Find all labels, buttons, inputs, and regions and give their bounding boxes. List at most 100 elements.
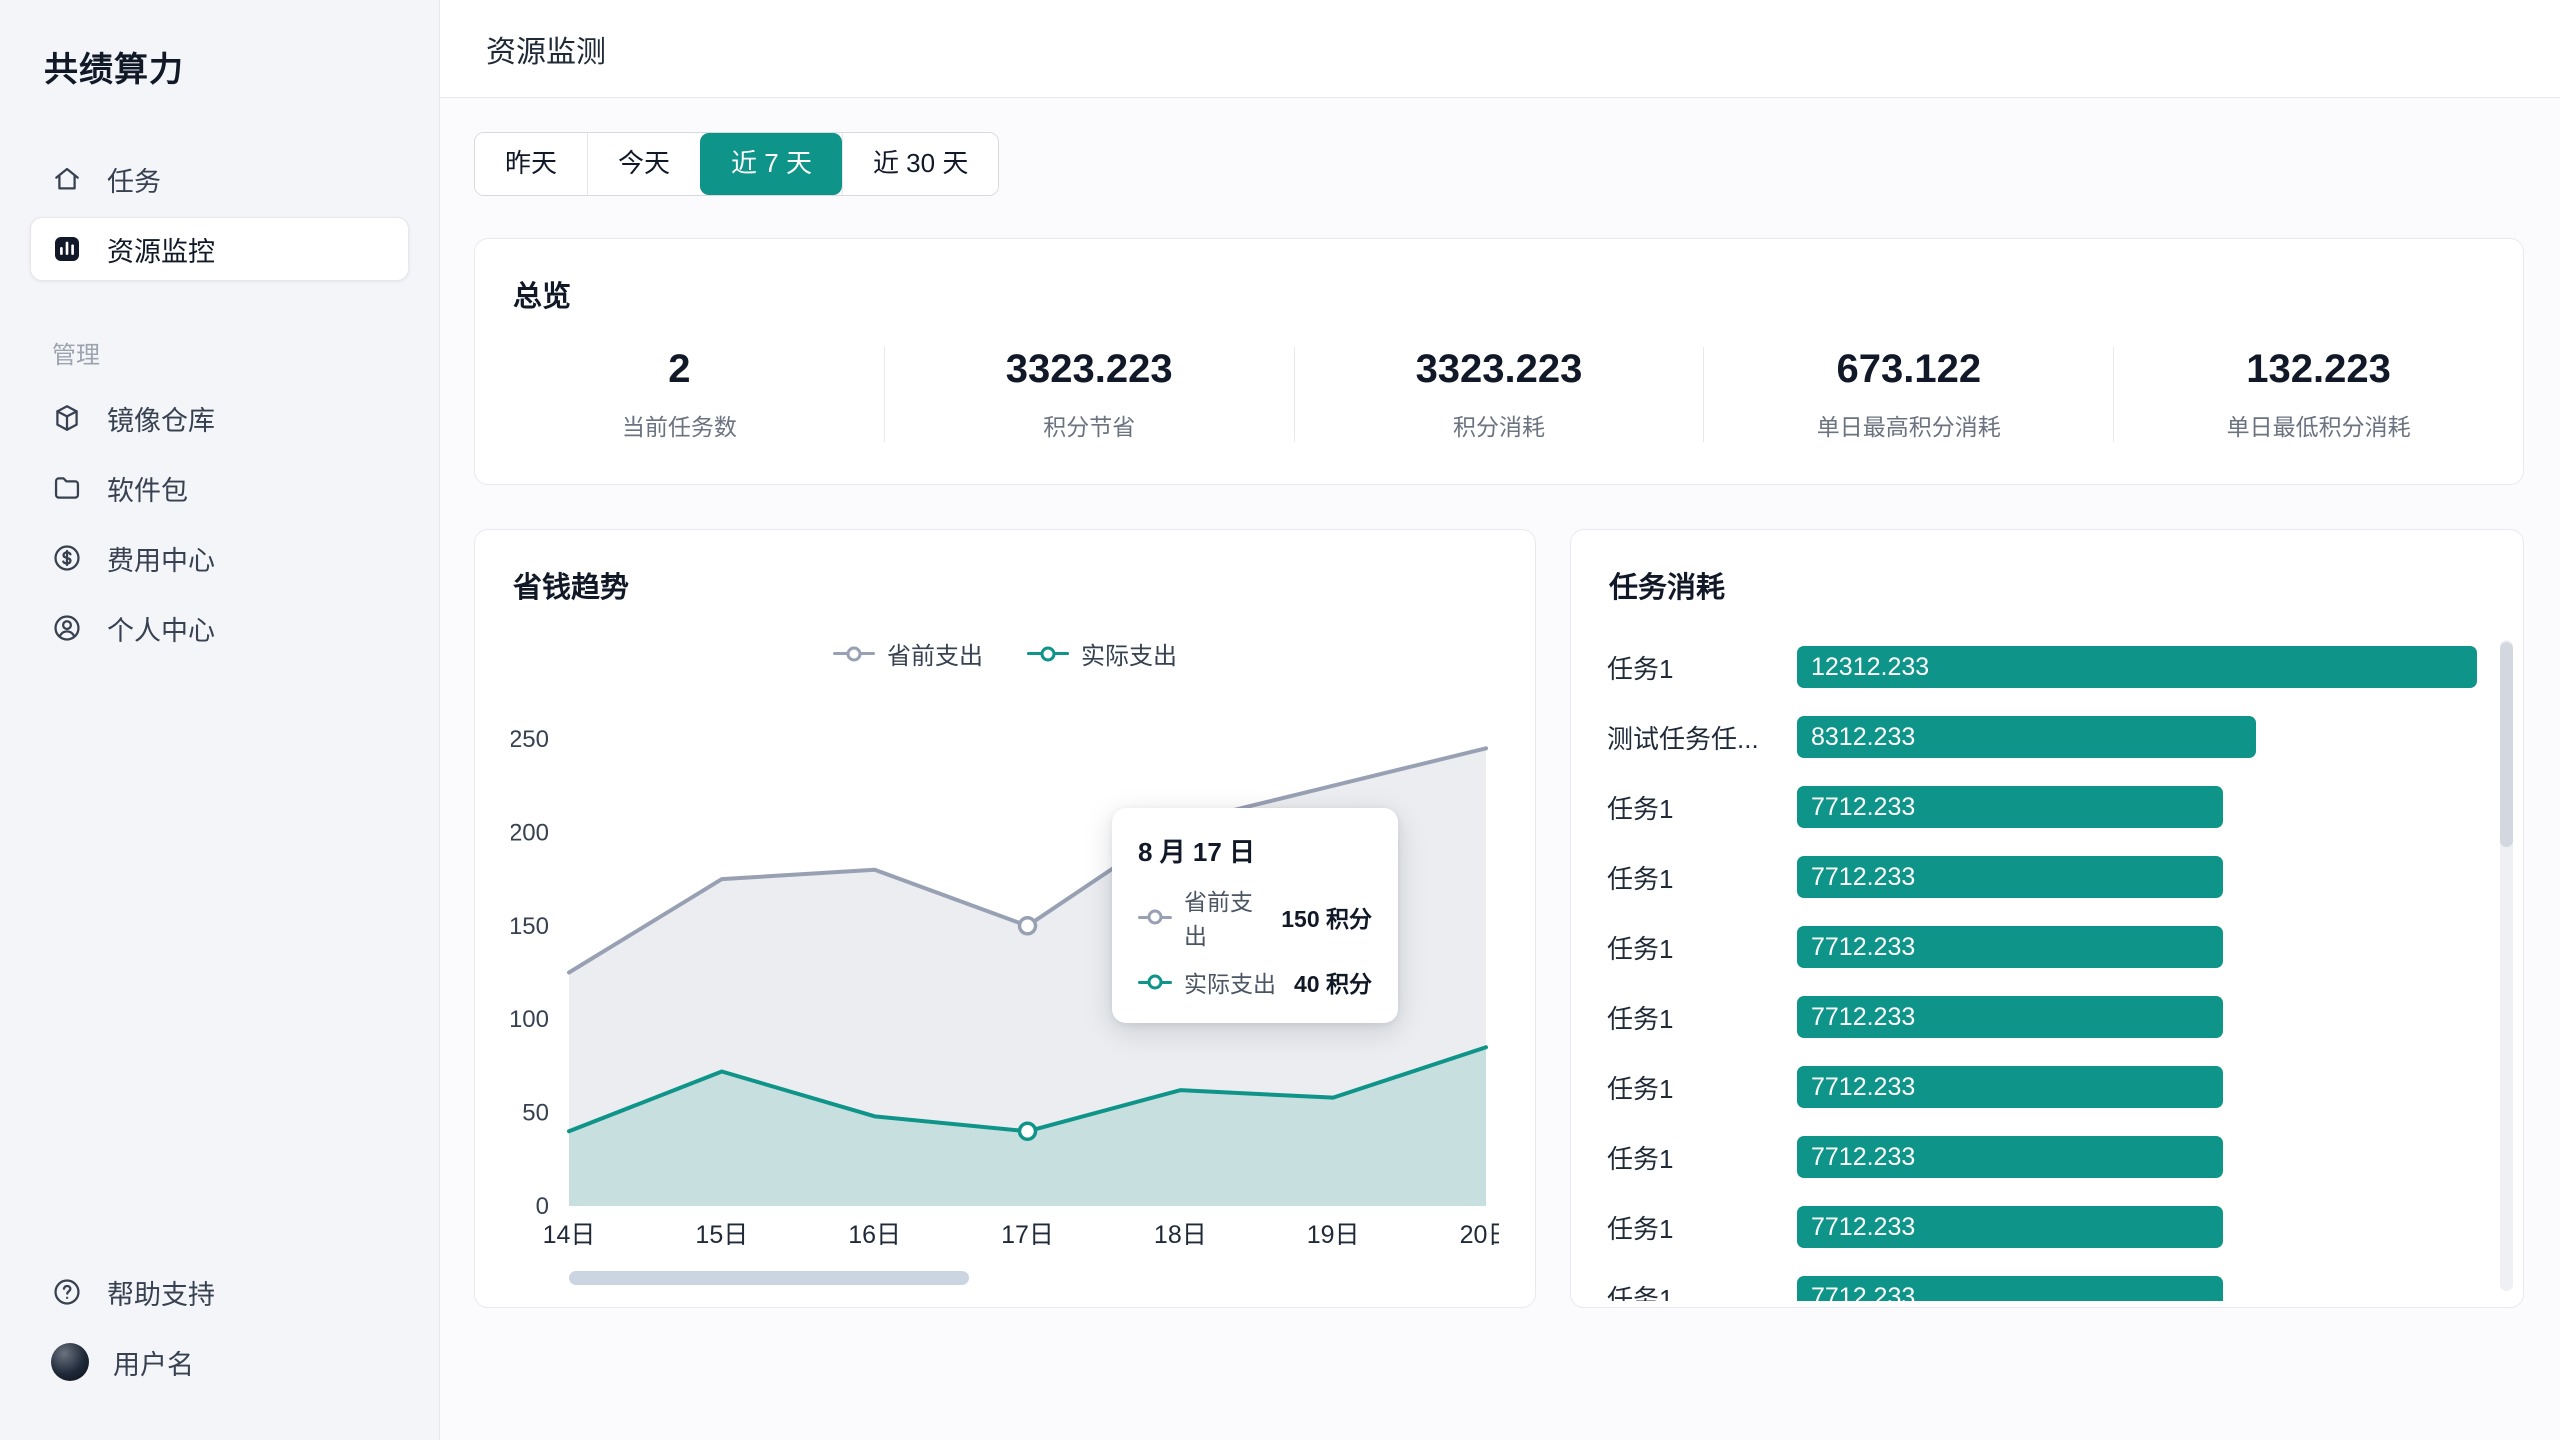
cube-icon bbox=[51, 402, 83, 434]
legend-marker-icon bbox=[1027, 646, 1069, 662]
stat-2: 3323.223 积分消耗 bbox=[1293, 347, 1704, 442]
main-area: 资源监测 昨天 今天近 7 天近 30 天 总览 2 当前任务数 3323.223 积分… bbox=[440, 0, 2560, 1440]
stat-value: 673.122 bbox=[1836, 347, 1982, 391]
stat-label: 积分消耗 bbox=[1452, 414, 1545, 440]
svg-text:200: 200 bbox=[511, 819, 549, 846]
tooltip-row: 实际支出 40 积分 bbox=[1138, 965, 1372, 999]
sidebar-item-resource-monitor[interactable]: 资源监控 bbox=[30, 217, 409, 281]
sidebar-item-tasks[interactable]: 任务 bbox=[30, 147, 409, 211]
sidebar-nav-main: 任务资源监控 bbox=[30, 147, 409, 287]
user-avatar bbox=[51, 1343, 89, 1381]
sidebar-item-label: 用户名 bbox=[113, 1349, 194, 1380]
sidebar-footer: 帮助支持用户名 bbox=[30, 1260, 409, 1400]
task-label: 任务1 bbox=[1607, 1283, 1674, 1302]
sidebar-item-profile[interactable]: 个人中心 bbox=[30, 596, 409, 660]
stat-4: 132.223 单日最低积分消耗 bbox=[2113, 347, 2523, 442]
chart-icon bbox=[51, 233, 83, 265]
task-row: 任务1 7712.233 bbox=[1607, 842, 2477, 912]
legend-item[interactable]: 实际支出 bbox=[1027, 636, 1177, 671]
task-row: 任务1 7712.233 bbox=[1607, 1192, 2477, 1262]
task-bar[interactable]: 7712.233 bbox=[1797, 786, 2223, 828]
task-row: 任务1 7712.233 bbox=[1607, 1262, 2477, 1301]
task-bar[interactable]: 7712.233 bbox=[1797, 926, 2223, 968]
chart-legend: 省前支出 实际支出 bbox=[511, 636, 1499, 671]
sidebar-item-label: 资源监控 bbox=[107, 236, 215, 267]
tooltip-title: 8 月 17 日 bbox=[1138, 837, 1256, 867]
svg-text:0: 0 bbox=[536, 1193, 549, 1220]
svg-text:17日: 17日 bbox=[1001, 1221, 1054, 1249]
filter-tab-1[interactable]: 今天 bbox=[587, 133, 701, 195]
svg-text:18日: 18日 bbox=[1154, 1221, 1207, 1249]
task-bar[interactable]: 7712.233 bbox=[1797, 1276, 2223, 1301]
sidebar-item-help[interactable]: 帮助支持 bbox=[30, 1260, 409, 1324]
task-vscrollbar bbox=[2500, 640, 2513, 1291]
svg-text:16日: 16日 bbox=[848, 1221, 901, 1249]
sidebar-item-image-repo[interactable]: 镜像仓库 bbox=[30, 386, 409, 450]
task-bar[interactable]: 7712.233 bbox=[1797, 856, 2223, 898]
legend-label: 省前支出 bbox=[887, 643, 983, 670]
task-row: 任务1 7712.233 bbox=[1607, 1122, 2477, 1192]
stat-label: 单日最高积分消耗 bbox=[1816, 414, 2001, 440]
filter-tab-2[interactable]: 近 7 天 bbox=[700, 133, 842, 195]
sidebar-item-username[interactable]: 用户名 bbox=[30, 1330, 409, 1394]
task-bar-area: 7712.233 bbox=[1797, 856, 2477, 898]
legend-item[interactable]: 省前支出 bbox=[833, 636, 983, 671]
series-marker-icon bbox=[1138, 974, 1172, 990]
svg-text:14日: 14日 bbox=[543, 1221, 596, 1249]
task-bar-area: 7712.233 bbox=[1797, 1206, 2477, 1248]
sidebar-item-packages[interactable]: 软件包 bbox=[30, 456, 409, 520]
sidebar-item-label: 帮助支持 bbox=[107, 1279, 215, 1310]
task-label: 任务1 bbox=[1607, 1003, 1674, 1034]
task-label: 任务1 bbox=[1607, 653, 1674, 684]
task-consumption-title: 任务消耗 bbox=[1609, 572, 1726, 604]
stat-3: 673.122 单日最高积分消耗 bbox=[1703, 347, 2113, 442]
time-filter-tabs: 昨天 今天近 7 天近 30 天 bbox=[474, 132, 1000, 196]
sidebar: 共绩算力 任务 资源监控 管理 镜像仓库 软件包 费用中心 个人中心 帮助支持 用户名 bbox=[0, 0, 440, 1440]
savings-trend-card: 省钱趋势 省前支出 实际支出 0 50 100 150 200 250 14日 15日 16日 17… bbox=[474, 529, 1536, 1308]
task-bar-area: 8312.233 bbox=[1797, 716, 2477, 758]
svg-text:250: 250 bbox=[511, 726, 549, 753]
tooltip-series-value: 40 积分 bbox=[1294, 971, 1372, 997]
stat-0: 2 当前任务数 bbox=[475, 347, 884, 442]
stat-label: 单日最低积分消耗 bbox=[2226, 414, 2411, 440]
task-bar[interactable]: 7712.233 bbox=[1797, 996, 2223, 1038]
legend-label: 实际支出 bbox=[1081, 643, 1177, 670]
task-row: 任务1 7712.233 bbox=[1607, 982, 2477, 1052]
overview-card: 总览 2 当前任务数 3323.223 积分节省 3323.223 积分消耗 673.122… bbox=[474, 238, 2524, 485]
task-bar-area: 7712.233 bbox=[1797, 996, 2477, 1038]
series-marker-icon bbox=[1138, 909, 1172, 925]
filter-tab-0[interactable]: 昨天 bbox=[475, 133, 588, 195]
task-bar[interactable]: 7712.233 bbox=[1797, 1136, 2223, 1178]
task-row: 任务1 7712.233 bbox=[1607, 912, 2477, 982]
task-bar[interactable]: 12312.233 bbox=[1797, 646, 2477, 688]
tooltip-series-value: 150 积分 bbox=[1281, 906, 1372, 932]
task-label: 任务1 bbox=[1607, 793, 1674, 824]
sidebar-item-billing[interactable]: 费用中心 bbox=[30, 526, 409, 590]
stat-label: 当前任务数 bbox=[621, 414, 737, 440]
svg-text:20日: 20日 bbox=[1460, 1221, 1499, 1249]
task-label: 任务1 bbox=[1607, 863, 1674, 894]
stat-value: 2 bbox=[668, 347, 691, 391]
legend-marker-icon bbox=[833, 646, 875, 662]
chart-tooltip: 8 月 17 日 省前支出 150 积分实际支出 40 积分 bbox=[1112, 808, 1398, 1023]
sidebar-item-label: 软件包 bbox=[107, 475, 188, 506]
task-bar-area: 12312.233 bbox=[1797, 646, 2477, 688]
chart-hscrollbar-thumb[interactable] bbox=[569, 1271, 969, 1285]
task-vscrollbar-thumb[interactable] bbox=[2500, 642, 2513, 847]
svg-text:19日: 19日 bbox=[1307, 1221, 1360, 1249]
task-bar[interactable]: 7712.233 bbox=[1797, 1206, 2223, 1248]
filter-tab-3[interactable]: 近 30 天 bbox=[841, 133, 999, 195]
folder-icon bbox=[51, 472, 83, 504]
dollar-icon bbox=[51, 542, 83, 574]
app-title: 共绩算力 bbox=[44, 51, 184, 89]
task-bar[interactable]: 8312.233 bbox=[1797, 716, 2257, 758]
sidebar-item-label: 费用中心 bbox=[107, 545, 215, 576]
tooltip-series-name: 省前支出 bbox=[1184, 889, 1253, 949]
stat-1: 3323.223 积分节省 bbox=[883, 347, 1294, 442]
tooltip-row: 省前支出 150 积分 bbox=[1138, 883, 1372, 951]
task-bar[interactable]: 7712.233 bbox=[1797, 1066, 2223, 1108]
sidebar-item-label: 个人中心 bbox=[107, 615, 215, 646]
task-bar-area: 7712.233 bbox=[1797, 926, 2477, 968]
content: 昨天 今天近 7 天近 30 天 总览 2 当前任务数 3323.223 积分节省 332… bbox=[440, 98, 2560, 1308]
stat-label: 积分节省 bbox=[1043, 414, 1136, 440]
